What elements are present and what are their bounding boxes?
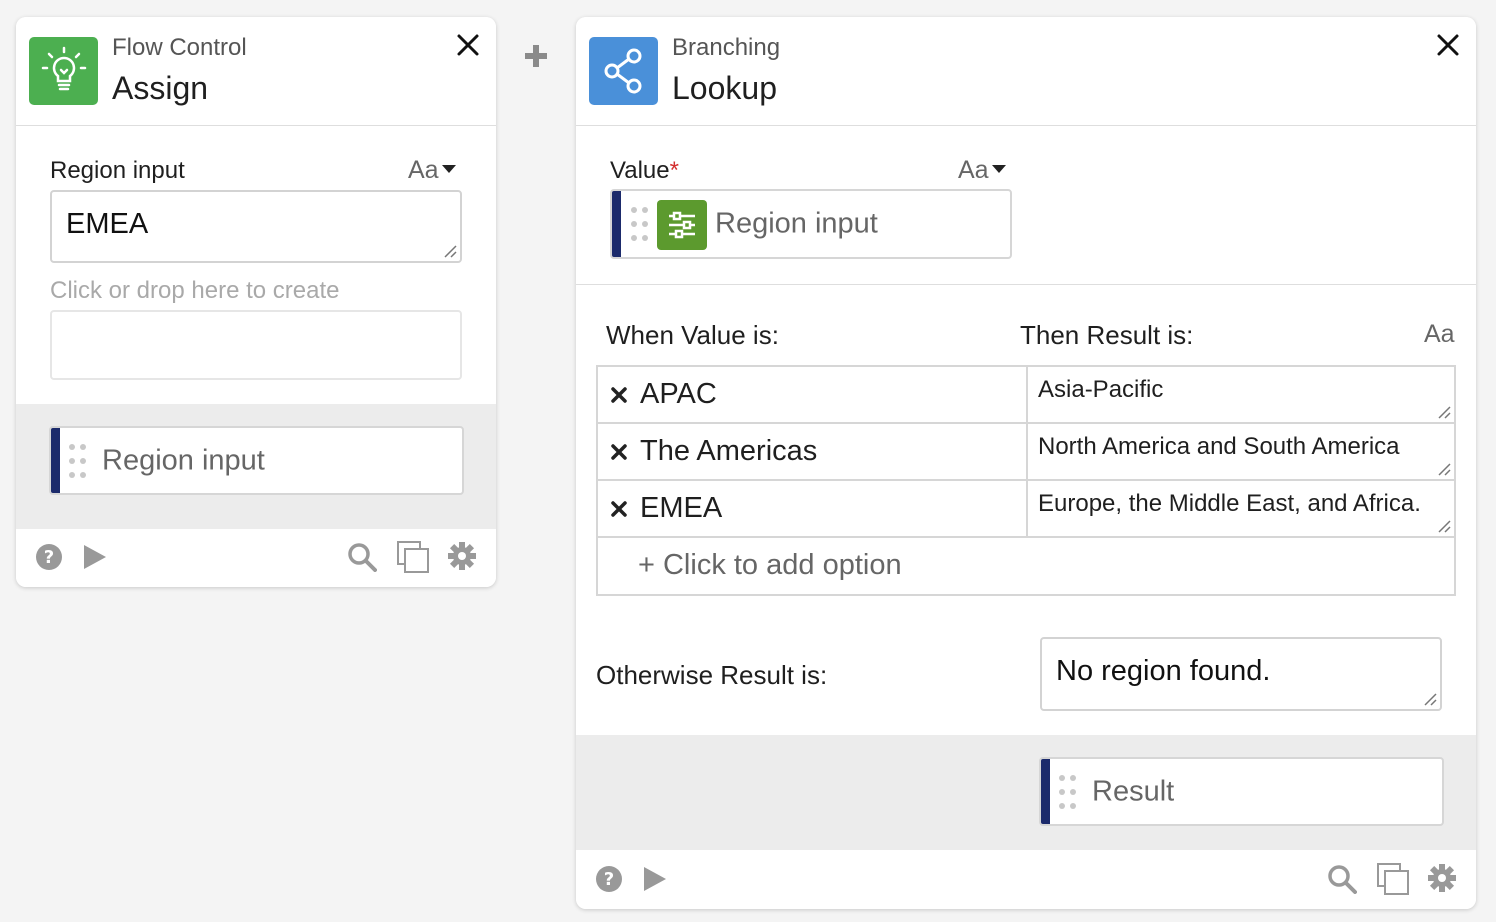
remove-icon[interactable] bbox=[610, 386, 628, 404]
pill-label: Region input bbox=[715, 207, 878, 240]
key-text: APAC bbox=[640, 378, 717, 410]
gear-icon[interactable] bbox=[447, 541, 477, 571]
add-option-label: + Click to add option bbox=[638, 549, 902, 581]
close-icon[interactable] bbox=[1434, 31, 1462, 59]
resize-handle-icon[interactable] bbox=[443, 244, 457, 258]
resize-handle-icon[interactable] bbox=[1437, 462, 1451, 476]
otherwise-field[interactable]: No region found. bbox=[1040, 637, 1442, 711]
value-label-text: Value bbox=[610, 157, 670, 184]
duplicate-icon[interactable] bbox=[1376, 862, 1410, 896]
sliders-icon bbox=[657, 200, 707, 250]
svg-text:?: ? bbox=[604, 869, 614, 890]
field-label: Region input bbox=[50, 157, 185, 184]
card-header: Branching Lookup bbox=[576, 17, 1476, 126]
key-cell[interactable]: APAC bbox=[598, 367, 1028, 422]
font-toggle-label: Aa bbox=[958, 156, 989, 184]
add-option-button[interactable]: + Click to add option bbox=[598, 538, 1454, 594]
otherwise-value: No region found. bbox=[1056, 655, 1271, 687]
pill-bar bbox=[612, 191, 621, 257]
table-row: APAC Asia-Pacific bbox=[598, 367, 1454, 424]
key-text: EMEA bbox=[640, 492, 723, 524]
value-text: Asia-Pacific bbox=[1038, 376, 1164, 403]
font-toggle-label: Aa bbox=[408, 156, 439, 184]
result-pill[interactable]: Result bbox=[1039, 757, 1444, 826]
drop-zone[interactable] bbox=[50, 310, 462, 380]
font-toggle[interactable]: Aa bbox=[408, 156, 456, 185]
resize-handle-icon[interactable] bbox=[1423, 692, 1437, 706]
table-row: EMEA Europe, the Middle East, and Africa… bbox=[598, 481, 1454, 538]
key-text: The Americas bbox=[640, 435, 818, 467]
chevron-down-icon bbox=[441, 165, 456, 174]
resize-handle-icon[interactable] bbox=[1437, 519, 1451, 533]
card-category: Branching bbox=[672, 34, 781, 61]
lookup-card: Branching Lookup Value* Aa Region input … bbox=[576, 17, 1476, 909]
value-label: Value* bbox=[610, 157, 679, 185]
card-category: Flow Control bbox=[112, 34, 247, 61]
svg-text:?: ? bbox=[44, 547, 54, 568]
help-icon[interactable]: ? bbox=[35, 543, 63, 571]
chevron-down-icon bbox=[991, 165, 1006, 174]
value-cell[interactable]: Europe, the Middle East, and Africa. bbox=[1028, 481, 1454, 536]
value-cell[interactable]: Asia-Pacific bbox=[1028, 367, 1454, 422]
create-hint: Click or drop here to create bbox=[50, 277, 340, 304]
search-icon[interactable] bbox=[347, 542, 377, 572]
duplicate-icon[interactable] bbox=[396, 540, 430, 574]
card-title: Assign bbox=[112, 70, 209, 106]
value-cell[interactable]: North America and South America bbox=[1028, 424, 1454, 479]
lightbulb-icon bbox=[29, 37, 98, 105]
then-font-toggle[interactable]: Aa bbox=[1424, 320, 1455, 349]
key-cell[interactable]: EMEA bbox=[598, 481, 1028, 536]
value-text: North America and South America bbox=[1038, 433, 1400, 460]
card-footer: ? bbox=[16, 529, 496, 587]
card-header: Flow Control Assign bbox=[16, 17, 496, 126]
pill-label: Region input bbox=[102, 444, 265, 476]
key-cell[interactable]: The Americas bbox=[598, 424, 1028, 479]
pill-bar bbox=[1041, 759, 1050, 824]
drag-handle-icon[interactable] bbox=[630, 206, 650, 242]
field-value: EMEA bbox=[66, 208, 149, 240]
table-row: The Americas North America and South Ame… bbox=[598, 424, 1454, 481]
drag-handle-icon[interactable] bbox=[1058, 774, 1078, 810]
then-header: Then Result is: bbox=[1020, 320, 1194, 350]
remove-icon[interactable] bbox=[610, 500, 628, 518]
lookup-table: APAC Asia-Pacific The Americas North Ame… bbox=[596, 365, 1456, 596]
add-step-icon[interactable] bbox=[522, 42, 550, 70]
output-pill[interactable]: Region input bbox=[49, 426, 464, 495]
card-footer: ? bbox=[576, 850, 1476, 909]
value-pill[interactable]: Region input bbox=[610, 189, 1012, 259]
gear-icon[interactable] bbox=[1427, 863, 1457, 893]
value-text: Europe, the Middle East, and Africa. bbox=[1038, 490, 1421, 517]
pill-label: Result bbox=[1092, 775, 1175, 807]
assign-card: Flow Control Assign Region input Aa EMEA… bbox=[16, 17, 496, 587]
drag-handle-icon[interactable] bbox=[68, 443, 88, 479]
region-value-field[interactable]: EMEA bbox=[50, 190, 462, 263]
search-icon[interactable] bbox=[1327, 864, 1357, 894]
resize-handle-icon[interactable] bbox=[1437, 405, 1451, 419]
font-toggle[interactable]: Aa bbox=[958, 156, 1006, 185]
card-title: Lookup bbox=[672, 70, 777, 106]
pill-bar bbox=[51, 428, 60, 493]
play-icon[interactable] bbox=[82, 543, 108, 571]
output-zone: Region input bbox=[16, 404, 496, 529]
output-zone: Result bbox=[576, 735, 1476, 850]
otherwise-label: Otherwise Result is: bbox=[596, 660, 828, 690]
share-icon bbox=[589, 37, 658, 105]
divider bbox=[576, 284, 1476, 285]
when-header: When Value is: bbox=[606, 320, 779, 350]
close-icon[interactable] bbox=[454, 31, 482, 59]
required-mark: * bbox=[669, 157, 679, 184]
play-icon[interactable] bbox=[642, 865, 668, 893]
help-icon[interactable]: ? bbox=[595, 865, 623, 893]
remove-icon[interactable] bbox=[610, 443, 628, 461]
